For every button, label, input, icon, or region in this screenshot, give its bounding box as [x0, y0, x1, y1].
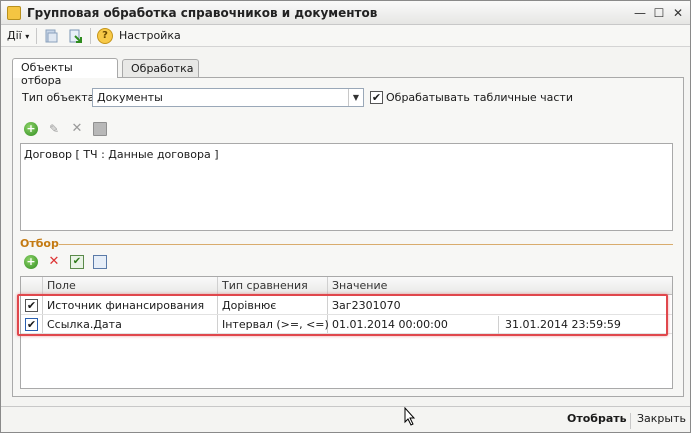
- object-type-value: Документы: [97, 91, 163, 104]
- objects-list[interactable]: Договор [ ТЧ : Данные договора ]: [20, 143, 673, 231]
- toolbar-separator: [90, 28, 91, 44]
- process-tables-checkbox[interactable]: ✔: [370, 91, 383, 104]
- close-window-button[interactable]: ✕: [670, 5, 686, 21]
- actions-menu-label: Дії: [7, 29, 22, 42]
- actions-menu[interactable]: Дії ▾: [7, 28, 29, 44]
- column-header-field[interactable]: Поле: [47, 279, 76, 292]
- app-window: Групповая обработка справочников и докум…: [0, 0, 691, 433]
- app-icon: [7, 6, 21, 20]
- check-all-icon[interactable]: ✔: [70, 255, 84, 269]
- filter-group-divider: [59, 244, 673, 245]
- window-title: Групповая обработка справочников и докум…: [27, 6, 378, 20]
- delete-filter-icon[interactable]: ✕: [47, 255, 61, 269]
- object-type-label: Тип объекта:: [22, 91, 99, 104]
- export-icon[interactable]: [67, 28, 83, 44]
- filter-group-title: Отбор: [20, 237, 59, 250]
- copy-icon[interactable]: [93, 255, 107, 269]
- tab-processing[interactable]: Обработка: [122, 59, 199, 78]
- tab-selection-objects[interactable]: Объекты отбора: [12, 58, 118, 87]
- help-icon[interactable]: ?: [97, 28, 113, 44]
- process-tables-label: Обрабатывать табличные части: [386, 91, 573, 104]
- refresh-icon[interactable]: [43, 28, 59, 44]
- column-header-value[interactable]: Значение: [332, 279, 387, 292]
- select-button[interactable]: Отобрать: [567, 412, 627, 425]
- footer-bar: Отобрать Закрыть: [1, 406, 690, 432]
- table-header: Поле Тип сравнения Значение: [21, 277, 672, 295]
- mouse-cursor-icon: [404, 407, 416, 426]
- save-icon[interactable]: [93, 122, 107, 136]
- list-item[interactable]: Договор [ ТЧ : Данные договора ]: [24, 148, 219, 161]
- title-bar: Групповая обработка справочников и докум…: [1, 1, 690, 25]
- delete-object-icon[interactable]: ✕: [70, 122, 84, 136]
- toolbar: Дії ▾ ? Настройка: [1, 25, 690, 47]
- column-header-comparison[interactable]: Тип сравнения: [222, 279, 308, 292]
- toolbar-separator: [36, 28, 37, 44]
- add-object-icon[interactable]: +: [24, 122, 38, 136]
- chevron-down-icon: ▾: [25, 32, 30, 41]
- add-filter-icon[interactable]: +: [24, 255, 38, 269]
- settings-button[interactable]: Настройка: [119, 28, 181, 44]
- footer-separator: [630, 413, 631, 429]
- object-type-select[interactable]: Документы ▼: [92, 88, 364, 107]
- maximize-button[interactable]: ☐: [651, 5, 667, 21]
- close-button[interactable]: Закрыть: [637, 412, 686, 425]
- dropdown-arrow-icon[interactable]: ▼: [348, 89, 363, 106]
- edit-object-icon[interactable]: ✎: [47, 122, 61, 136]
- minimize-button[interactable]: —: [632, 5, 648, 21]
- highlight-box: [17, 294, 668, 336]
